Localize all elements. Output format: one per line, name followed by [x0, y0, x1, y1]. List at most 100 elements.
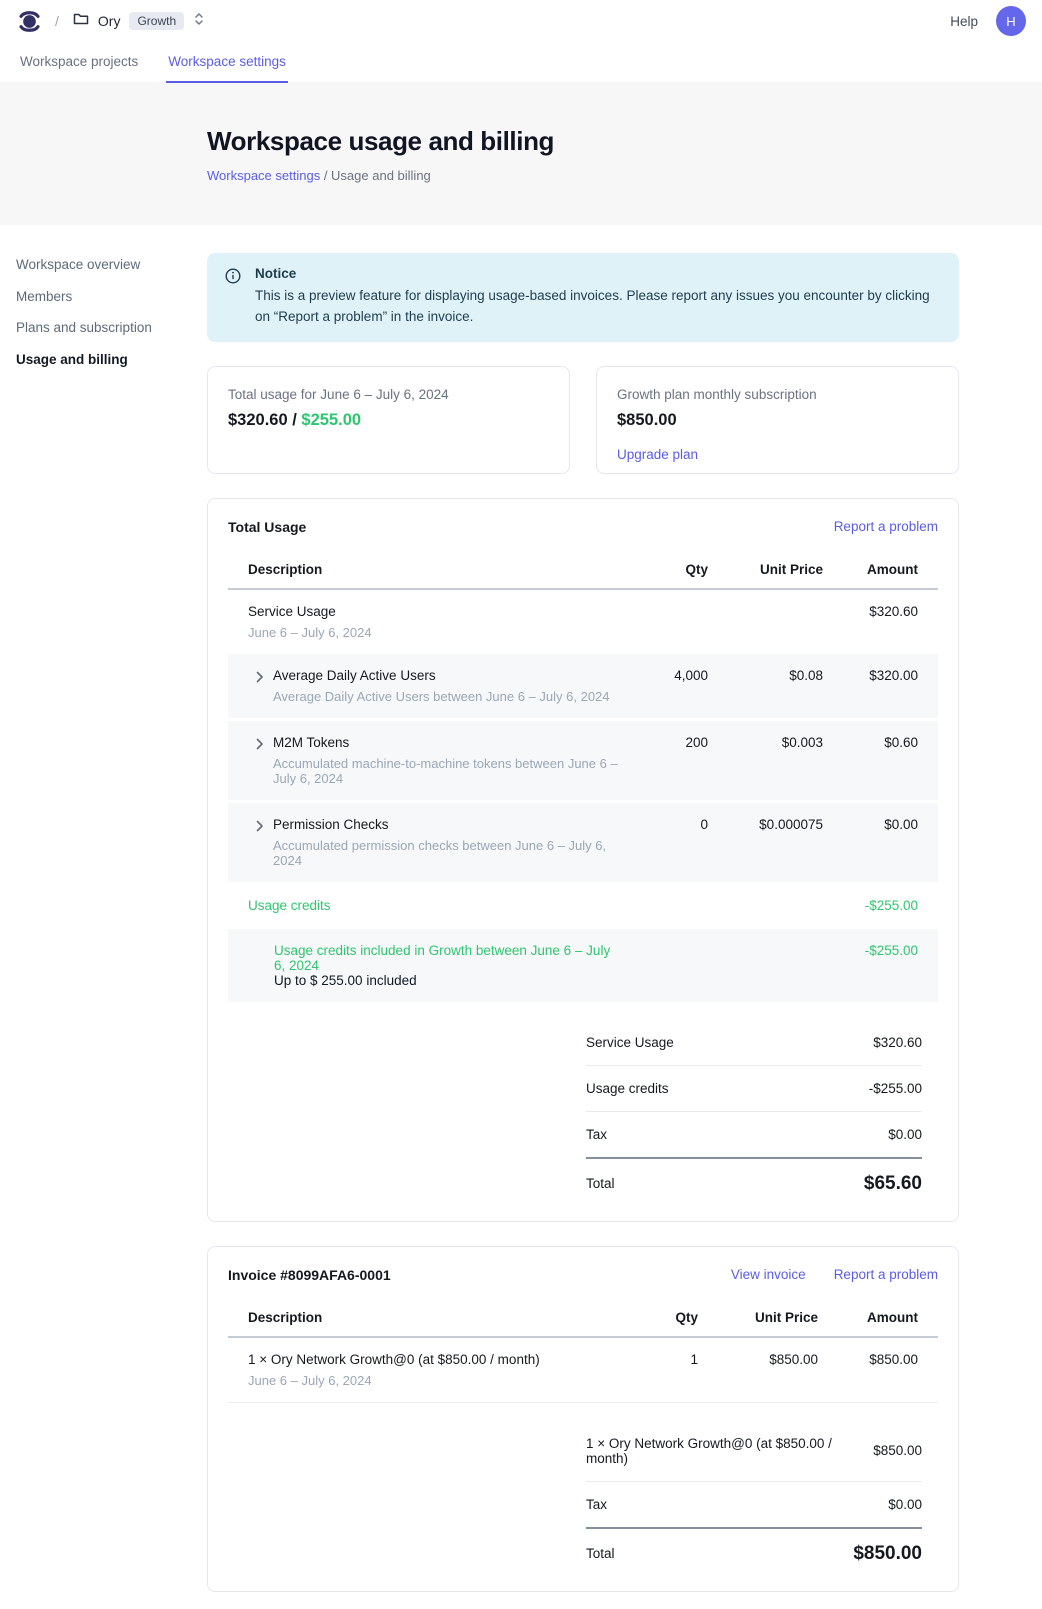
line-item-qty: 200: [618, 735, 708, 750]
col-unit-price: Unit Price: [698, 1310, 818, 1325]
app-root: / Ory Growth Help H Workspace projects W…: [0, 0, 1042, 1609]
invoice-line-amount: $850.00: [818, 1352, 918, 1367]
total-value: $65.60: [864, 1173, 922, 1195]
subscription-value: $850.00: [617, 411, 938, 430]
summary-value: $0.00: [888, 1497, 922, 1512]
summary-value: $0.00: [888, 1127, 922, 1142]
col-qty: Qty: [603, 1310, 698, 1325]
content-column: Notice This is a preview feature for dis…: [207, 253, 959, 1592]
line-item-qty: 0: [618, 817, 708, 832]
invoice-table: Description Qty Unit Price Amount 1 × Or…: [228, 1300, 938, 1565]
usage-table-header: Description Qty Unit Price Amount: [228, 552, 938, 590]
chevron-right-icon[interactable]: [256, 820, 264, 868]
sidebar-item-usage-and-billing[interactable]: Usage and billing: [16, 350, 191, 370]
workspace-switcher[interactable]: Ory Growth: [73, 11, 205, 32]
total-usage-value: $320.60 / $255.00: [228, 411, 549, 430]
line-item-subtitle: Accumulated permission checks between Ju…: [273, 838, 618, 868]
sidebar-item-plans-and-subscription[interactable]: Plans and subscription: [16, 318, 191, 338]
credits-detail-subtitle: Up to $ 255.00 included: [274, 973, 618, 988]
tab-workspace-settings[interactable]: Workspace settings: [166, 42, 288, 83]
col-qty: Qty: [618, 562, 708, 577]
main-area: Workspace overview Members Plans and sub…: [0, 225, 1042, 1609]
line-item-qty: 4,000: [618, 668, 708, 683]
tab-workspace-projects[interactable]: Workspace projects: [18, 42, 140, 83]
line-item-subtitle: Average Daily Active Users between June …: [273, 689, 610, 704]
credits-detail-amount: -$255.00: [823, 943, 918, 988]
invoice-line-title: 1 × Ory Network Growth@0 (at $850.00 / m…: [248, 1352, 603, 1367]
line-item-amount: $0.00: [823, 817, 918, 832]
invoice-table-header: Description Qty Unit Price Amount: [228, 1300, 938, 1338]
usage-credits-row: Usage credits -$255.00: [228, 882, 938, 929]
line-item-adau: Average Daily Active Users Average Daily…: [228, 654, 938, 718]
summary-value: -$255.00: [869, 1081, 922, 1096]
summary-value: $850.00: [873, 1443, 922, 1458]
line-item-unit-price: $0.003: [708, 735, 823, 750]
invoice-title: Invoice #8099AFA6-0001: [228, 1267, 391, 1283]
total-usage-label: Total usage for June 6 – July 6, 2024: [228, 387, 549, 402]
usage-credit-amount: $255.00: [301, 411, 361, 429]
col-amount: Amount: [823, 562, 918, 577]
credits-detail-title: Usage credits included in Growth between…: [274, 943, 618, 973]
usage-summary: Service Usage $320.60 Usage credits -$25…: [586, 1020, 922, 1195]
line-item-unit-price: $0.08: [708, 668, 823, 683]
notice-title: Notice: [255, 266, 941, 281]
usage-credits-amount: -$255.00: [823, 898, 918, 913]
page-header: Workspace usage and billing Workspace se…: [0, 82, 1042, 225]
summary-row-tax: Tax $0.00: [586, 1112, 922, 1159]
ory-logo-icon[interactable]: [18, 9, 41, 34]
summary-row-total: Total $850.00: [586, 1529, 922, 1565]
view-invoice-link[interactable]: View invoice: [731, 1267, 806, 1282]
line-item-title: Average Daily Active Users: [273, 668, 610, 683]
workspace-name: Ory: [98, 13, 121, 29]
col-description: Description: [248, 562, 618, 577]
total-usage-panel: Total Usage Report a problem Description…: [207, 498, 959, 1222]
info-icon: [225, 268, 241, 328]
stat-cards: Total usage for June 6 – July 6, 2024 $3…: [207, 366, 959, 474]
col-description: Description: [248, 1310, 603, 1325]
settings-sidebar: Workspace overview Members Plans and sub…: [16, 255, 191, 369]
summary-row-plan: 1 × Ory Network Growth@0 (at $850.00 / m…: [586, 1421, 922, 1482]
summary-label: Tax: [586, 1497, 607, 1512]
invoice-line-unit-price: $850.00: [698, 1352, 818, 1367]
breadcrumb-link-workspace-settings[interactable]: Workspace settings: [207, 168, 320, 183]
topbar: / Ory Growth Help H: [0, 0, 1042, 42]
notice-body: This is a preview feature for displaying…: [255, 286, 941, 328]
line-item-title: M2M Tokens: [273, 735, 618, 750]
plan-badge: Growth: [129, 12, 184, 30]
total-usage-card: Total usage for June 6 – July 6, 2024 $3…: [207, 366, 570, 474]
folder-icon: [73, 12, 89, 31]
line-item-subtitle: Accumulated machine-to-machine tokens be…: [273, 756, 618, 786]
usage-amount: $320.60: [228, 411, 288, 429]
chevron-updown-icon: [193, 11, 205, 32]
usage-separator: /: [288, 411, 302, 429]
sidebar-item-workspace-overview[interactable]: Workspace overview: [16, 255, 191, 275]
usage-credits-detail-row: Usage credits included in Growth between…: [228, 929, 938, 1002]
tabbar: Workspace projects Workspace settings: [0, 42, 1042, 82]
notice-banner: Notice This is a preview feature for dis…: [207, 253, 959, 342]
breadcrumb: Workspace settings / Usage and billing: [207, 168, 1042, 183]
report-problem-link-usage[interactable]: Report a problem: [834, 519, 938, 534]
total-usage-panel-title: Total Usage: [228, 519, 306, 535]
line-item-permission-checks: Permission Checks Accumulated permission…: [228, 803, 938, 882]
summary-value: $320.60: [873, 1035, 922, 1050]
usage-credits-title: Usage credits: [248, 898, 618, 913]
sidebar-item-members[interactable]: Members: [16, 287, 191, 307]
help-link[interactable]: Help: [950, 14, 978, 29]
service-usage-amount: $320.60: [823, 604, 918, 619]
chevron-right-icon[interactable]: [256, 671, 264, 704]
total-label: Total: [586, 1176, 615, 1191]
summary-row-usage-credits: Usage credits -$255.00: [586, 1066, 922, 1112]
upgrade-plan-link[interactable]: Upgrade plan: [617, 447, 698, 462]
chevron-right-icon[interactable]: [256, 738, 264, 786]
summary-label: Service Usage: [586, 1035, 674, 1050]
report-problem-link-invoice[interactable]: Report a problem: [834, 1267, 938, 1282]
invoice-line-row: 1 × Ory Network Growth@0 (at $850.00 / m…: [228, 1338, 938, 1403]
page-title: Workspace usage and billing: [207, 126, 1042, 157]
total-label: Total: [586, 1546, 615, 1561]
usage-table: Description Qty Unit Price Amount Servic…: [228, 552, 938, 1195]
summary-row-tax: Tax $0.00: [586, 1482, 922, 1529]
avatar[interactable]: H: [996, 6, 1026, 36]
line-item-m2m: M2M Tokens Accumulated machine-to-machin…: [228, 721, 938, 800]
col-unit-price: Unit Price: [708, 562, 823, 577]
breadcrumb-separator: /: [55, 13, 59, 29]
